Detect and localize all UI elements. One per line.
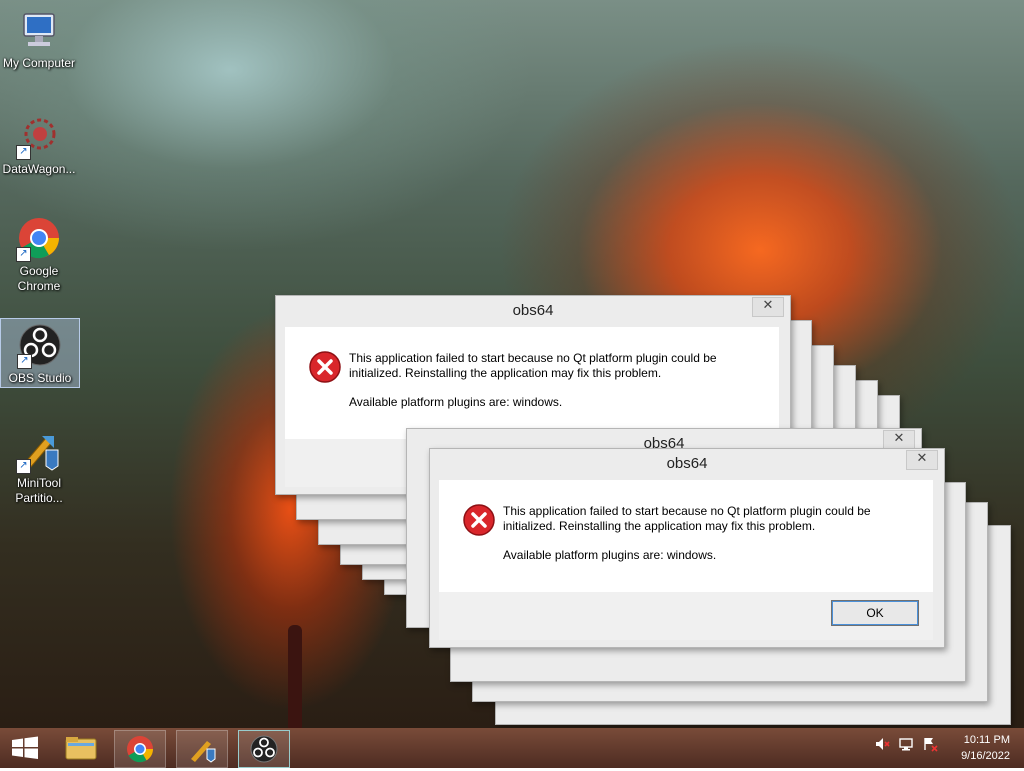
- desktop-icon-label: Partitio...: [15, 491, 63, 505]
- close-button[interactable]: ✕: [752, 297, 784, 317]
- error-icon: [309, 351, 341, 383]
- desktop-background: My Computer ↗ DataWagon... ↗ Google Chro…: [0, 0, 1024, 728]
- desktop-icon-label: MiniTool: [16, 476, 61, 490]
- dialog-title: obs64: [512, 302, 554, 319]
- taskbar-file-explorer[interactable]: [56, 730, 106, 766]
- clock-date: 9/16/2022: [961, 750, 1010, 762]
- taskbar: 10:11 PM 9/16/2022: [0, 728, 1024, 768]
- ok-button[interactable]: OK: [831, 600, 919, 626]
- system-clock[interactable]: 10:11 PM 9/16/2022: [930, 732, 1010, 764]
- volume-muted-icon[interactable]: [874, 736, 890, 756]
- error-message: This application failed to start because…: [349, 351, 749, 424]
- windows-start-icon: [12, 736, 38, 759]
- clock-time: 10:11 PM: [963, 734, 1010, 746]
- desktop-icon-datawagon[interactable]: ↗ DataWagon...: [0, 110, 78, 182]
- taskbar-obs[interactable]: [238, 730, 290, 768]
- error-message-line: Available platform plugins are: windows.: [503, 548, 717, 562]
- desktop-icon-label: OBS Studio: [8, 371, 72, 385]
- chrome-icon: [127, 736, 154, 763]
- error-message: This application failed to start because…: [503, 504, 903, 577]
- shortcut-arrow-icon: ↗: [16, 247, 31, 262]
- shortcut-arrow-icon: ↗: [16, 145, 31, 160]
- desktop-icon-label: Google: [19, 264, 59, 278]
- obs-icon: ↗: [17, 323, 63, 369]
- dialog-title: obs64: [666, 455, 708, 472]
- datawagon-icon: ↗: [16, 114, 62, 160]
- dialog-footer: OK: [439, 592, 933, 640]
- desktop-icon-obs-studio[interactable]: ↗ OBS Studio: [0, 318, 80, 388]
- error-icon: [463, 504, 495, 536]
- error-message-line: This application failed to start because…: [503, 504, 871, 533]
- desktop-icon-my-computer[interactable]: My Computer: [0, 4, 78, 76]
- taskbar-chrome[interactable]: [114, 730, 166, 768]
- error-dialog-front[interactable]: obs64 ✕ This application failed to start…: [429, 448, 945, 648]
- shortcut-arrow-icon: ↗: [16, 459, 31, 474]
- error-message-line: This application failed to start because…: [349, 351, 717, 380]
- desktop-icon-google-chrome[interactable]: ↗ Google Chrome: [0, 212, 78, 298]
- dialog-body: This application failed to start because…: [439, 480, 933, 592]
- start-button[interactable]: [0, 730, 50, 766]
- desktop-icon-label: My Computer: [2, 56, 76, 70]
- desktop-icon-label: DataWagon...: [2, 162, 76, 176]
- computer-icon: [16, 8, 62, 54]
- chrome-icon: ↗: [16, 216, 62, 262]
- shortcut-arrow-icon: ↗: [17, 354, 32, 369]
- obs-icon: [250, 735, 278, 763]
- network-icon[interactable]: [898, 736, 914, 756]
- dialog-body: This application failed to start because…: [285, 327, 779, 439]
- error-message-line: Available platform plugins are: windows.: [349, 395, 563, 409]
- file-explorer-icon: [65, 737, 97, 760]
- taskbar-minitool[interactable]: [176, 730, 228, 768]
- desktop-icon-label: Chrome: [17, 279, 61, 293]
- minitool-icon: ↗: [16, 428, 62, 474]
- flower-stem: [288, 625, 302, 728]
- close-button[interactable]: ✕: [906, 450, 938, 470]
- close-button[interactable]: ✕: [883, 430, 915, 450]
- desktop-icon-minitool[interactable]: ↗ MiniTool Partitio...: [0, 424, 78, 510]
- minitool-icon: [191, 741, 216, 763]
